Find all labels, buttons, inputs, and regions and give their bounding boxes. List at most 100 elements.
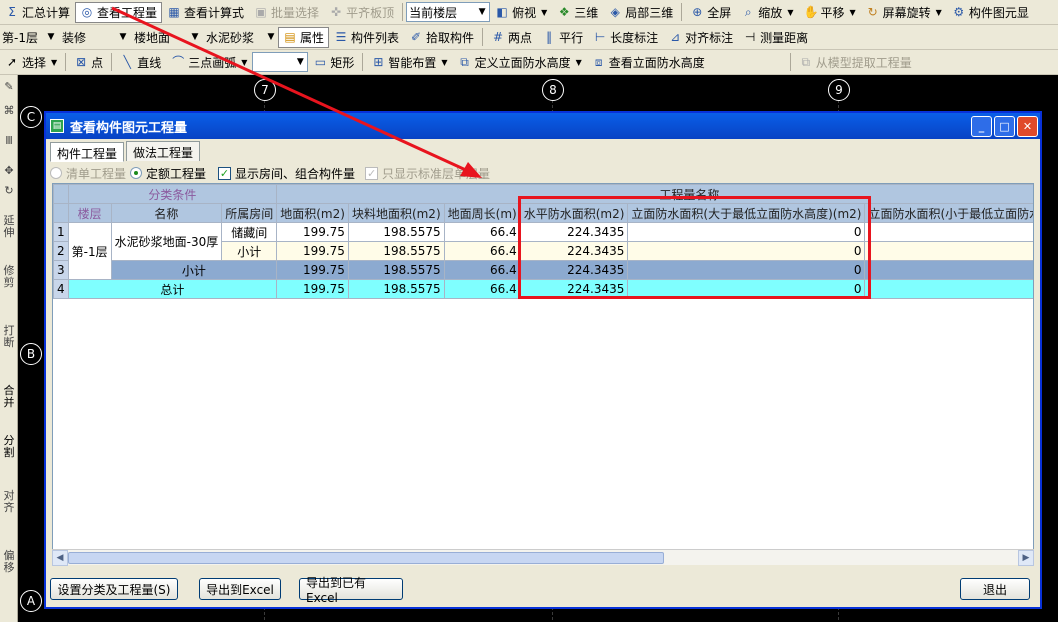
header-row-group: 分类条件 工程量名称 <box>53 184 1033 204</box>
rail-split[interactable]: 分割 <box>1 435 17 459</box>
level-slab-button[interactable]: ✜ 平齐板顶 <box>324 2 399 23</box>
two-points-button[interactable]: # 两点 <box>486 27 537 48</box>
partial-3d-button[interactable]: ◈ 局部三维 <box>603 2 678 23</box>
properties-button[interactable]: ▤ 属性 <box>278 26 330 48</box>
column-header-block-area[interactable]: 块料地面积(m2) <box>347 203 445 223</box>
select-button[interactable]: ➚ 选择 ▼ <box>0 52 62 73</box>
column-header-perimeter[interactable]: 地面周长(m) <box>443 203 521 223</box>
line-button[interactable]: ╲ 直线 <box>115 52 166 73</box>
draw-mode-select[interactable]: ▼ <box>252 52 309 72</box>
three-d-button[interactable]: ❖ 三维 <box>552 2 603 23</box>
measure-button[interactable]: ⊣ 测量距离 <box>738 27 813 48</box>
rotate-button[interactable]: ↻ 屏幕旋转 ▼ <box>861 2 947 23</box>
category-select[interactable]: 装修 ▼ <box>60 27 130 47</box>
element-list-button[interactable]: ☰ 构件列表 <box>329 27 404 48</box>
column-header-v-waterproof-below[interactable]: 立面防水面积(小于最低立面防水高度)(m2) <box>864 203 1033 223</box>
list-quantity-radio[interactable] <box>50 167 62 179</box>
export-excel-button[interactable]: 导出到Excel <box>199 578 281 600</box>
column-header-floor[interactable]: 楼层 <box>67 203 112 223</box>
column-header-name[interactable]: 名称 <box>110 203 223 223</box>
rail-trim[interactable]: 修剪 <box>1 265 17 289</box>
pan-button[interactable]: ✋ 平移 ▼ <box>798 2 860 23</box>
caret-icon: ▼ <box>935 7 942 17</box>
view-quantity-dialog: ▤ 查看构件图元工程量 _ □ ✕ 构件工程量 做法工程量 清单工程量 定额工程… <box>44 111 1042 609</box>
table-row-subtotal[interactable]: 3 小计 199.75 198.5575 66.4 224.3435 0 <box>53 260 1033 280</box>
view-height-button[interactable]: ⧈ 查看立面防水高度 <box>587 52 710 73</box>
table-row-total[interactable]: 4 总计 199.75 198.5575 66.4 224.3435 0 <box>53 279 1033 299</box>
scroll-thumb[interactable] <box>68 551 664 564</box>
corner-cell <box>53 203 69 223</box>
dialog-title-bar[interactable]: ▤ 查看构件图元工程量 _ □ ✕ <box>46 113 1040 139</box>
name-cell: 水泥砂浆地面-30厚 <box>110 222 223 261</box>
rail-merge[interactable]: 合并 <box>1 385 17 409</box>
define-height-button[interactable]: ⧉ 定义立面防水高度 ▼ <box>453 52 587 73</box>
column-header-area[interactable]: 地面积(m2) <box>276 203 349 223</box>
scroll-left-icon[interactable]: ◀ <box>52 549 68 566</box>
table-row[interactable]: 1 第-1层 水泥砂浆地面-30厚 储藏间 199.75 198.5575 66… <box>53 222 1033 280</box>
maximize-button[interactable]: □ <box>994 115 1015 137</box>
floor-scope-select[interactable]: 当前楼层 ▼ <box>406 2 491 22</box>
floor-select[interactable]: 第-1层 ▼ <box>0 27 58 47</box>
move-icon[interactable]: ✥ <box>1 165 17 177</box>
quota-quantity-radio[interactable] <box>130 167 143 179</box>
extract-model-button[interactable]: ⧉ 从模型提取工程量 <box>794 52 917 73</box>
show-rooms-checkbox[interactable]: ✓ <box>218 166 232 180</box>
calculator-icon: ▦ <box>168 5 180 19</box>
exit-button[interactable]: 退出 <box>960 578 1030 600</box>
define-icon: ⧉ <box>460 55 469 69</box>
close-button[interactable]: ✕ <box>1017 115 1038 137</box>
v-waterproof-below-cell <box>864 222 1033 242</box>
tab-method-quantity[interactable]: 做法工程量 <box>126 141 201 161</box>
zoom-button[interactable]: ⌕ 缩放 ▼ <box>736 2 798 23</box>
trim-icon[interactable]: ⌘ <box>1 105 17 117</box>
h-waterproof-cell: 224.3435 <box>519 222 629 242</box>
element-type-select[interactable]: 楼地面 ▼ <box>132 27 202 47</box>
brush-icon[interactable]: ✎ <box>1 81 17 93</box>
rail-offset[interactable]: 偏移 <box>1 550 17 574</box>
rail-align[interactable]: 对齐 <box>1 490 17 514</box>
minimize-button[interactable]: _ <box>971 115 992 137</box>
element-name-select[interactable]: 水泥砂浆 ▼ <box>204 27 278 47</box>
tab-element-quantity[interactable]: 构件工程量 <box>50 142 125 162</box>
pick-element-button[interactable]: ✐ 拾取构件 <box>404 27 479 48</box>
scroll-track[interactable] <box>68 551 1018 565</box>
caret-icon: ▼ <box>441 57 448 67</box>
point-button[interactable]: ⊠ 点 <box>69 52 108 73</box>
rect-button[interactable]: ▭ 矩形 <box>308 52 359 73</box>
scroll-right-icon[interactable]: ▶ <box>1018 549 1034 566</box>
align-dim-button[interactable]: ⊿ 对齐标注 <box>663 27 738 48</box>
view-quantity-button[interactable]: ◎ 查看工程量 <box>75 1 163 23</box>
axis-label-left: C <box>20 106 42 128</box>
axis-label-top: 7 <box>254 79 276 101</box>
area-cell: 199.75 <box>276 241 349 261</box>
show-standard-label: 只显示标准层单层量 <box>382 166 491 181</box>
smart-layout-button[interactable]: ⊞ 智能布置 ▼ <box>366 52 452 73</box>
top-view-button[interactable]: ◧ 俯视 ▼ <box>490 2 552 23</box>
set-category-button[interactable]: 设置分类及工程量(S) <box>50 578 178 600</box>
element-quantity-button[interactable]: ⚙ 构件图元显 <box>947 2 1034 23</box>
columns-icon[interactable]: Ⅲ <box>1 135 17 147</box>
column-header-v-waterproof-above[interactable]: 立面防水面积(大于最低立面防水高度)(m2) <box>627 203 866 223</box>
horizontal-scrollbar[interactable]: ◀ ▶ <box>52 549 1034 566</box>
rotate-tool-icon[interactable]: ↻ <box>1 185 17 197</box>
row-number: 1 <box>53 222 69 242</box>
corner-cell <box>53 184 69 204</box>
quantity-table: 分类条件 工程量名称 楼层 名称 所属房间 地面积(m2) 块料地面积(m2) … <box>53 184 1033 299</box>
view-formula-button[interactable]: ▦ 查看计算式 <box>162 2 249 23</box>
axis-label-top: 9 <box>828 79 850 101</box>
column-header-h-waterproof[interactable]: 水平防水面积(m2) <box>519 203 629 223</box>
rail-extend[interactable]: 延伸 <box>1 215 17 239</box>
column-header-room[interactable]: 所属房间 <box>221 203 278 223</box>
batch-select-button[interactable]: ▣ 批量选择 <box>249 2 324 23</box>
export-existing-excel-button[interactable]: 导出到已有Excel <box>299 576 403 605</box>
floor-cell: 第-1层 <box>67 222 112 280</box>
header-row-columns: 楼层 名称 所属房间 地面积(m2) 块料地面积(m2) 地面周长(m) 水平防… <box>53 203 1033 223</box>
summary-button[interactable]: Σ 汇总计算 <box>0 2 75 23</box>
rail-break[interactable]: 打断 <box>1 325 17 349</box>
show-standard-checkbox[interactable]: ✓ <box>365 166 379 180</box>
parallel-button[interactable]: ‖ 平行 <box>537 27 588 48</box>
arc-button[interactable]: ⌒ 三点画弧 ▼ <box>166 52 252 73</box>
length-dim-button[interactable]: ⊢ 长度标注 <box>588 27 663 48</box>
fullscreen-button[interactable]: ⊕ 全屏 <box>685 2 736 23</box>
layout-icon: ⊞ <box>373 55 384 69</box>
